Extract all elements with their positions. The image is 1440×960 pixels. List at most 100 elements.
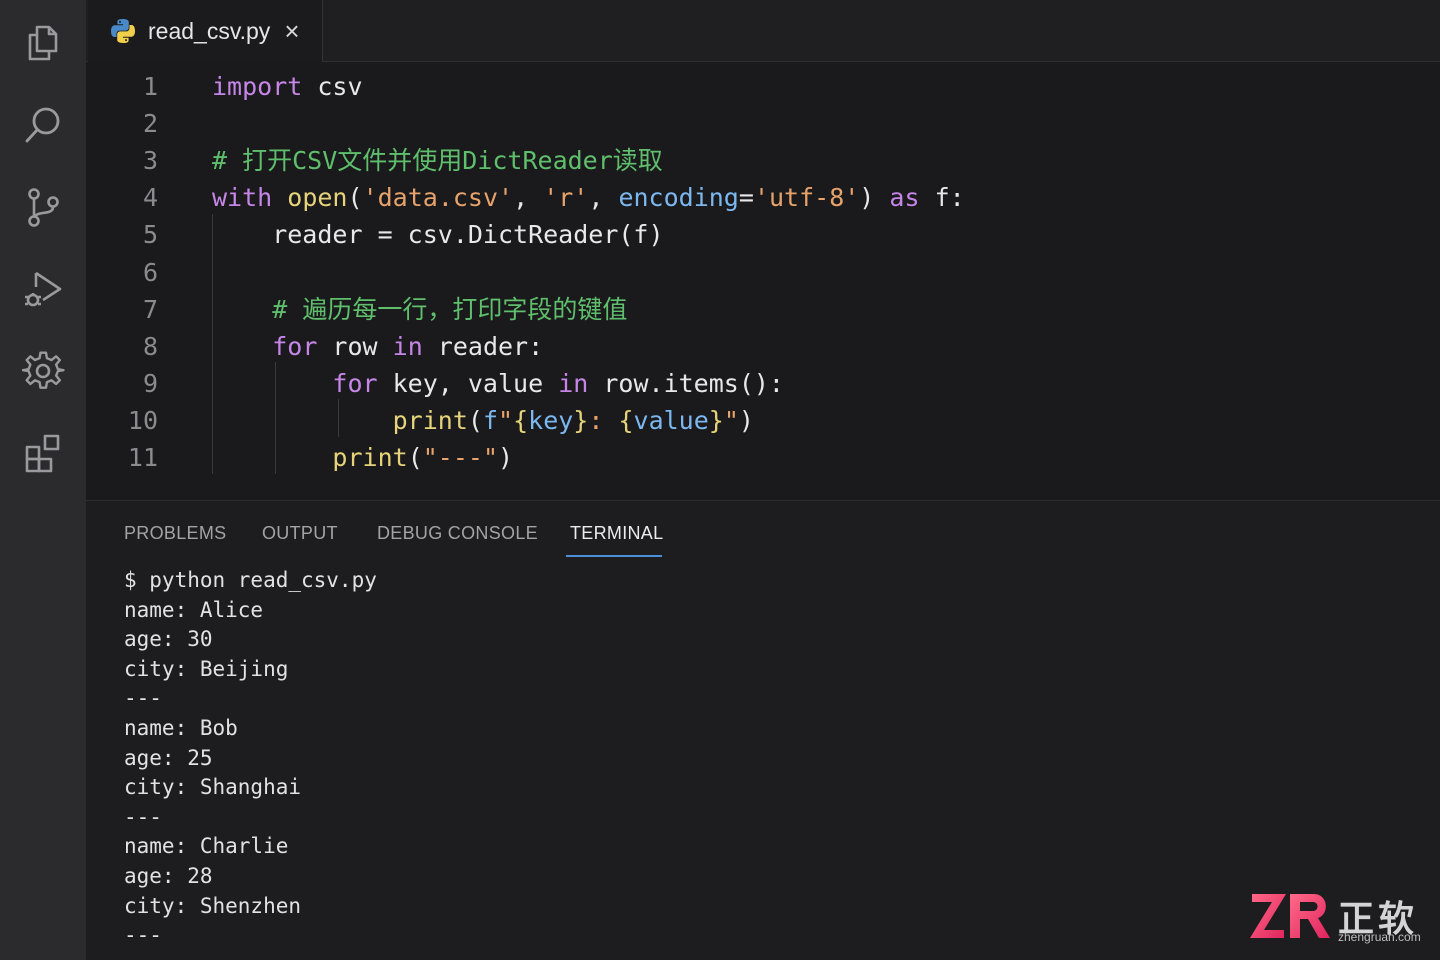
code-token: { (513, 405, 529, 435)
code-token: print (392, 405, 468, 435)
code-line[interactable]: 5 reader = csv.DictReader(f) (86, 216, 1440, 253)
code-token: # 打开CSV文件并使用DictReader读取 (212, 146, 663, 176)
code-token: row (317, 331, 393, 361)
code-token: } (573, 405, 589, 435)
code-text: for row in reader: (212, 328, 543, 365)
terminal-line: name: Bob (124, 716, 238, 740)
line-number: 1 (142, 72, 158, 101)
terminal-line: age: 30 (124, 627, 213, 652)
files-icon[interactable] (18, 18, 68, 68)
run-debug-icon[interactable] (18, 264, 68, 314)
line-number: 9 (142, 368, 158, 398)
code-line[interactable]: 10 print(f"{key}: {value}") (86, 402, 1440, 439)
code-token: row.items(): (588, 368, 784, 398)
code-token: for (272, 331, 318, 361)
code-line[interactable]: 6 (86, 254, 1440, 291)
code-token: f (482, 405, 499, 435)
terminal-line: city: Beijing (124, 656, 289, 681)
code-token: f: (919, 183, 965, 213)
terminal-line: age: 28 (124, 864, 213, 888)
terminal-line: name: Alice (124, 597, 264, 622)
tab-output[interactable]: OUTPUT (262, 523, 338, 544)
line-number: 11 (127, 443, 158, 472)
source-control-icon[interactable] (18, 182, 68, 232)
code-token: " (498, 405, 514, 435)
terminal-line: --- (124, 686, 162, 711)
code-token: , (588, 183, 619, 213)
code-line[interactable]: 4 with open('data.csv', 'r', encoding='ut… (86, 179, 1440, 216)
code-token: ( (347, 183, 363, 213)
code-line[interactable]: 11 print("---") (86, 439, 1440, 476)
code-token: ) (498, 443, 514, 472)
code-text: import csv (212, 68, 363, 105)
bottom-panel: PROBLEMS OUTPUT DEBUG CONSOLE TERMINAL $… (86, 500, 1440, 960)
code-token: reader: (422, 331, 544, 361)
code-token: ( (407, 443, 423, 472)
code-token: reader = csv.DictReader(f) (212, 220, 664, 250)
terminal-command: $ python read_csv.py (124, 568, 377, 592)
code-text: with open('data.csv', 'r', encoding='utf… (212, 179, 965, 216)
python-icon (111, 19, 135, 43)
code-token: csv (302, 72, 363, 101)
watermark-url: zhengruan.com (1338, 930, 1421, 944)
code-token: } (708, 405, 724, 435)
code-token: import (212, 72, 303, 101)
code-token: key (528, 405, 574, 435)
code-line[interactable]: 7 # 遍历每一行，打印字段的键值 (86, 291, 1440, 328)
code-token: # 遍历每一行，打印字段的键值 (272, 294, 628, 324)
search-icon[interactable] (18, 100, 68, 150)
code-text: # 遍历每一行，打印字段的键值 (212, 291, 627, 328)
terminal-line: age: 25 (124, 745, 213, 770)
code-token: in (558, 368, 589, 398)
code-token: ) (859, 183, 890, 213)
tab-debug-console[interactable]: DEBUG CONSOLE (377, 523, 538, 544)
code-text: for key, value in row.items(): (212, 365, 784, 402)
extensions-icon[interactable] (18, 428, 68, 478)
line-number: 5 (142, 220, 158, 250)
tab-terminal[interactable]: TERMINAL (570, 523, 663, 544)
active-tab-indicator (566, 555, 662, 557)
code-text: print(f"{key}: {value}") (212, 402, 754, 439)
settings-gear-icon[interactable] (18, 346, 68, 396)
line-number: 2 (142, 109, 158, 139)
code-token: ( (467, 405, 483, 435)
code-token: as (889, 183, 920, 213)
code-token: for (332, 368, 378, 398)
code-editor[interactable]: 1 import csv 2 3 # 打开CSV文件并使用DictReader读取 4 wi… (86, 62, 1440, 500)
code-token: encoding (618, 183, 739, 213)
code-line[interactable]: 9 for key, value in row.items(): (86, 365, 1440, 402)
line-number: 6 (142, 257, 158, 287)
tab-problems[interactable]: PROBLEMS (124, 523, 226, 544)
code-token: : (588, 405, 619, 435)
code-token: { (618, 405, 634, 435)
code-text: reader = csv.DictReader(f) (212, 216, 664, 253)
close-icon[interactable]: × (284, 18, 299, 44)
line-number: 4 (142, 183, 158, 213)
code-token: ) (738, 405, 754, 435)
activity-bar (0, 0, 86, 960)
line-number: 10 (127, 405, 158, 435)
line-number: 3 (142, 146, 158, 176)
terminal-line: city: Shanghai (124, 775, 302, 800)
terminal-line: name: Charlie (124, 834, 289, 859)
code-token: value (633, 405, 709, 435)
code-line[interactable]: 3 # 打开CSV文件并使用DictReader读取 (86, 142, 1440, 179)
watermark: 正软 zhengruan.com (1248, 888, 1434, 948)
terminal-line: --- (124, 804, 162, 829)
code-token: 'utf-8' (753, 183, 860, 213)
code-token: , (513, 183, 544, 213)
code-token: print (332, 443, 408, 472)
code-text: print("---") (212, 439, 513, 476)
code-token: "---" (422, 443, 499, 472)
code-line[interactable]: 8 for row in reader: (86, 328, 1440, 365)
code-line[interactable]: 1 import csv (86, 68, 1440, 105)
tab-filename: read_csv.py (148, 17, 271, 44)
code-line[interactable]: 2 (86, 105, 1440, 142)
tab-read-csv[interactable]: read_csv.py × (88, 0, 323, 62)
